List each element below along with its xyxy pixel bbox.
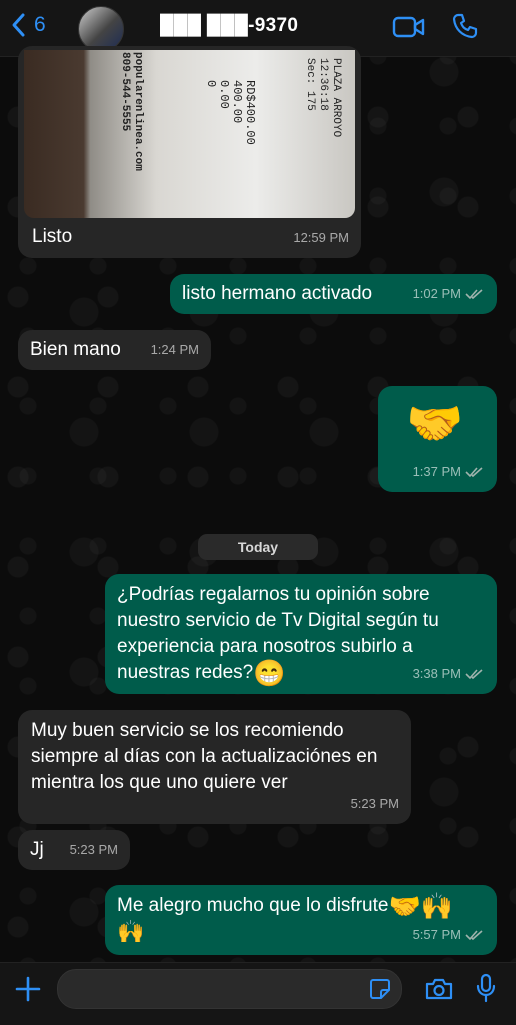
- photo-message[interactable]: PLAZA ARROYO 12:36:18 Sec: 175 RD$400.00…: [18, 46, 361, 258]
- contact-name[interactable]: ███ ███-9370: [160, 15, 298, 37]
- handshake-raised-hands-emoji: 🤝🙌: [388, 891, 454, 921]
- microphone-icon[interactable]: [476, 973, 496, 1003]
- message-text: Muy buen servicio se los recomiendo siem…: [31, 720, 383, 793]
- receipt-photo[interactable]: PLAZA ARROYO 12:36:18 Sec: 175 RD$400.00…: [24, 50, 355, 218]
- chevron-left-icon: [12, 13, 25, 37]
- message-bubble[interactable]: ¿Podrías regalarnos tu opinión sobre nue…: [105, 574, 497, 694]
- back-button[interactable]: 6: [10, 12, 46, 38]
- message-text: listo hermano activado: [182, 283, 373, 304]
- grinning-emoji: 😁: [253, 658, 286, 688]
- emoji-message[interactable]: 🤝 1:37 PM: [378, 386, 497, 492]
- message-time: 12:59 PM: [293, 230, 349, 245]
- message-bubble[interactable]: Me alegro mucho que lo disfrute🤝🙌 🙌 5:57…: [105, 885, 497, 955]
- double-check-icon: [465, 289, 483, 300]
- message-bubble[interactable]: Muy buen servicio se los recomiendo siem…: [18, 710, 411, 824]
- message-time: 5:57 PM: [413, 922, 485, 948]
- plus-icon[interactable]: [14, 975, 42, 1003]
- message-time: 1:24 PM: [150, 342, 199, 357]
- double-check-icon: [465, 669, 483, 680]
- message-bubble[interactable]: Jj 5:23 PM: [18, 830, 130, 870]
- video-camera-icon[interactable]: [392, 16, 426, 38]
- message-text: Bien mano: [30, 339, 121, 360]
- message-time: 1:02 PM: [413, 281, 485, 307]
- message-time: 5:23 PM: [69, 842, 118, 857]
- double-check-icon: [465, 467, 483, 478]
- double-check-icon: [465, 930, 483, 941]
- message-composer: [0, 962, 516, 1025]
- receipt-amounts: RD$400.00 400.00 0.00 0: [204, 80, 257, 145]
- message-text: Listo: [32, 226, 73, 247]
- message-text: Me alegro mucho que lo disfrute: [117, 895, 389, 916]
- phone-icon[interactable]: [452, 13, 478, 39]
- message-time: 3:38 PM: [413, 661, 485, 687]
- message-bubble[interactable]: Bien mano 1:24 PM: [18, 330, 211, 370]
- message-text: Jj: [30, 839, 44, 860]
- message-time: 1:37 PM: [413, 459, 485, 485]
- date-separator: Today: [198, 534, 318, 560]
- receipt-text: PLAZA ARROYO 12:36:18 Sec: 175: [304, 58, 342, 138]
- handshake-emoji: 🤝: [406, 397, 464, 449]
- sticker-icon[interactable]: [369, 978, 391, 1000]
- message-input[interactable]: [57, 969, 402, 1009]
- message-bubble[interactable]: listo hermano activado 1:02 PM: [170, 274, 497, 314]
- message-time: 5:23 PM: [350, 796, 399, 811]
- unread-count: 6: [34, 13, 46, 36]
- receipt-bank-info: popularenlinea.com 809-544-5555: [119, 52, 144, 171]
- camera-icon[interactable]: [424, 977, 454, 1001]
